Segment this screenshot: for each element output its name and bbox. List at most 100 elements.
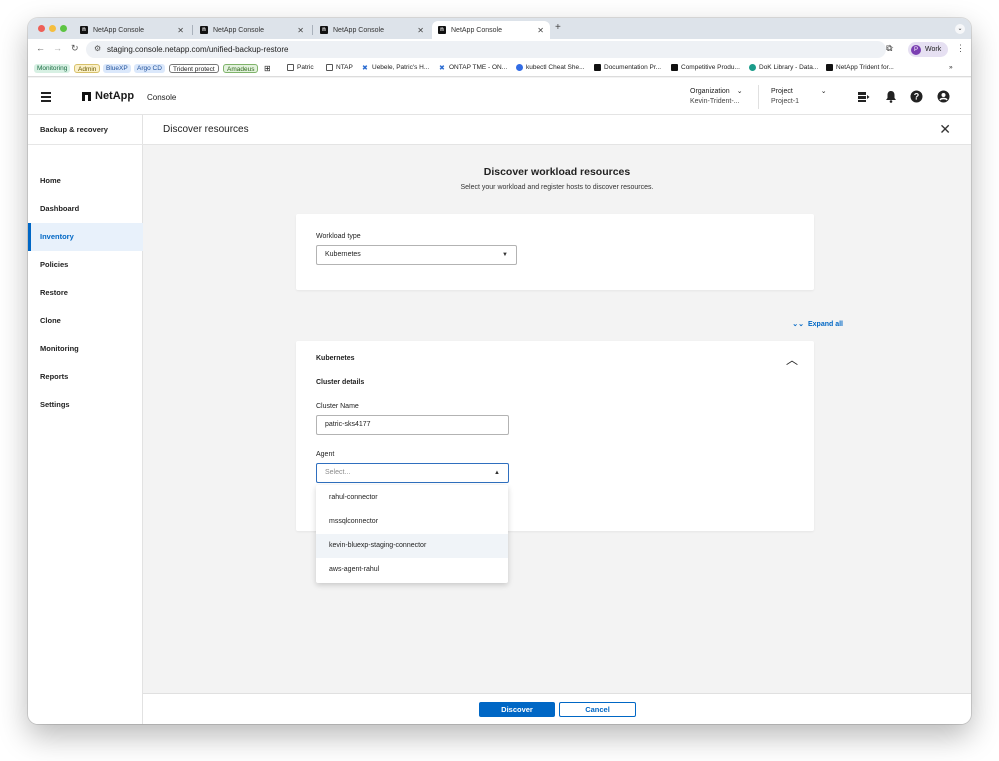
sidebar-divider bbox=[28, 144, 143, 145]
main-content: Discover workload resources Select your … bbox=[143, 145, 971, 693]
close-window-dot[interactable] bbox=[38, 25, 45, 32]
browser-tab-active[interactable]: n NetApp Console ✕ bbox=[432, 21, 550, 39]
chevrons-down-icon: ⌄⌄ bbox=[792, 321, 805, 328]
bookmark-label: Competitive Produ... bbox=[681, 64, 740, 71]
bookmark-competitive[interactable]: Competitive Produ... bbox=[671, 64, 740, 71]
browser-tab-2[interactable]: n NetApp Console ✕ bbox=[194, 21, 310, 39]
agent-option[interactable]: mssqlconnector bbox=[316, 510, 508, 534]
chevron-down-icon: ⌄ bbox=[736, 88, 743, 95]
close-tab-icon[interactable]: ✕ bbox=[297, 26, 304, 35]
notifications-bell-icon[interactable] bbox=[884, 90, 897, 103]
tab-title: NetApp Console bbox=[93, 26, 144, 34]
tab-title: NetApp Console bbox=[213, 26, 264, 34]
bookmark-ontap-tme[interactable]: ✖ ONTAP TME - ON... bbox=[439, 64, 507, 72]
workload-type-label: Workload type bbox=[316, 233, 361, 240]
agent-placeholder: Select... bbox=[325, 469, 351, 476]
netapp-logo[interactable]: NetApp bbox=[82, 90, 134, 102]
agent-option[interactable]: aws-agent-rahul bbox=[316, 558, 508, 582]
new-tab-icon[interactable]: + bbox=[555, 22, 561, 33]
sidebar-item-settings[interactable]: Settings bbox=[28, 391, 143, 419]
url-text: staging.console.netapp.com/unified-backu… bbox=[107, 45, 289, 54]
agent-select[interactable]: Select... ▲ bbox=[316, 463, 509, 483]
bookmarks-bar: Monitoring Admin BlueXP Argo CD Trident … bbox=[28, 60, 971, 77]
product-name: Console bbox=[147, 93, 177, 102]
url-omnibox[interactable]: ⚙ staging.console.netapp.com/unified-bac… bbox=[86, 41, 894, 58]
svg-text:?: ? bbox=[914, 92, 920, 102]
workload-type-value: Kubernetes bbox=[325, 251, 361, 258]
project-label: Project bbox=[771, 88, 793, 95]
sidebar-item-monitoring[interactable]: Monitoring bbox=[28, 335, 143, 363]
bookmark-label: BlueXP bbox=[103, 64, 131, 73]
organization-selector[interactable]: Organization ⌄ Kevin-Trident-... bbox=[690, 87, 743, 107]
sidebar-item-home[interactable]: Home bbox=[28, 167, 143, 195]
organization-label: Organization bbox=[690, 88, 730, 95]
bookmark-admin[interactable]: Admin bbox=[74, 64, 101, 73]
bookmark-patric[interactable]: Patric bbox=[287, 64, 314, 71]
back-arrow-icon[interactable]: ← bbox=[36, 43, 45, 53]
netapp-favicon-icon: n bbox=[320, 26, 328, 34]
bookmark-label: Uebele, Patric's H... bbox=[372, 64, 430, 71]
cluster-details-label: Cluster details bbox=[316, 379, 365, 386]
bookmark-monitoring[interactable]: Monitoring bbox=[34, 64, 71, 73]
netapp-favicon-icon: n bbox=[438, 26, 446, 34]
agents-icon[interactable] bbox=[857, 90, 870, 103]
sidebar-item-clone[interactable]: Clone bbox=[28, 307, 143, 335]
bookmark-argocd[interactable]: Argo CD bbox=[134, 64, 165, 73]
bookmark-label: Amadeus bbox=[223, 64, 259, 73]
sidebar-item-inventory[interactable]: Inventory bbox=[28, 223, 143, 251]
browser-menu-icon[interactable]: ⋮ bbox=[956, 43, 965, 54]
cancel-button[interactable]: Cancel bbox=[559, 702, 636, 717]
chevron-up-icon[interactable]: ︿ bbox=[786, 351, 798, 368]
extensions-icon[interactable]: ⧉ bbox=[886, 43, 892, 54]
sidebar-item-policies[interactable]: Policies bbox=[28, 251, 143, 279]
help-icon[interactable]: ? bbox=[910, 90, 923, 103]
bookmark-netapp-trident[interactable]: NetApp Trident for... bbox=[826, 64, 894, 71]
bookmark-label: Documentation Pr... bbox=[604, 64, 662, 71]
action-footer: Discover Cancel bbox=[143, 693, 971, 724]
tab-search-icon[interactable]: ⌄ bbox=[955, 24, 965, 34]
agent-option-hovered[interactable]: kevin-bluexp-staging-connector bbox=[316, 534, 508, 558]
bookmark-kubectl[interactable]: kubectl Cheat She... bbox=[516, 64, 585, 71]
profile-button[interactable]: P Work bbox=[908, 42, 948, 57]
bookmark-dok-library[interactable]: DoK Library - Data... bbox=[749, 64, 818, 71]
kubernetes-icon bbox=[516, 64, 523, 71]
workload-type-select[interactable]: Kubernetes ▼ bbox=[316, 245, 517, 265]
bookmark-documentation[interactable]: Documentation Pr... bbox=[594, 64, 661, 71]
agent-option[interactable]: rahul-connector bbox=[316, 486, 508, 510]
close-tab-icon[interactable]: ✕ bbox=[177, 26, 184, 35]
sidebar-item-reports[interactable]: Reports bbox=[28, 363, 143, 391]
close-tab-icon[interactable]: ✕ bbox=[417, 26, 424, 35]
tab-separator bbox=[312, 25, 313, 35]
user-account-icon[interactable] bbox=[937, 90, 950, 103]
bookmark-bluexp[interactable]: BlueXP bbox=[103, 64, 131, 73]
project-selector[interactable]: Project ⌄ Project-1 bbox=[771, 87, 827, 107]
apps-grid-icon[interactable]: ⊞ bbox=[264, 64, 271, 73]
bookmark-amadeus[interactable]: Amadeus bbox=[223, 64, 259, 73]
bookmark-ntap[interactable]: NTAP bbox=[326, 64, 353, 71]
close-tab-icon[interactable]: ✕ bbox=[537, 26, 544, 35]
page-heading: Discover workload resources bbox=[483, 166, 631, 178]
sidebar-item-restore[interactable]: Restore bbox=[28, 279, 143, 307]
zoom-window-dot[interactable] bbox=[60, 25, 67, 32]
reload-icon[interactable]: ↻ bbox=[71, 43, 79, 54]
bookmarks-overflow-icon[interactable]: » bbox=[949, 64, 953, 71]
cluster-name-input[interactable]: patric-sks4177 bbox=[316, 415, 509, 435]
discover-button[interactable]: Discover bbox=[479, 702, 555, 717]
tab-title: NetApp Console bbox=[451, 26, 502, 34]
forward-arrow-icon[interactable]: → bbox=[53, 43, 62, 53]
bookmark-uebele[interactable]: ✖ Uebele, Patric's H... bbox=[362, 64, 430, 72]
hamburger-menu-icon[interactable] bbox=[41, 92, 51, 104]
bookmark-trident-protect[interactable]: Trident protect bbox=[169, 64, 219, 73]
avatar: P bbox=[911, 44, 921, 55]
bookmark-label: Trident protect bbox=[169, 64, 219, 73]
folder-icon bbox=[326, 64, 333, 71]
browser-tab-1[interactable]: n NetApp Console ✕ bbox=[74, 21, 190, 39]
close-icon[interactable]: ✕ bbox=[939, 121, 951, 138]
bookmark-label: Patric bbox=[297, 64, 314, 71]
minimize-window-dot[interactable] bbox=[49, 25, 56, 32]
expand-all-button[interactable]: ⌄⌄ Expand all bbox=[792, 320, 843, 328]
browser-tab-3[interactable]: n NetApp Console ✕ bbox=[314, 21, 430, 39]
site-settings-icon[interactable]: ⚙ bbox=[94, 44, 101, 53]
agent-label: Agent bbox=[316, 451, 335, 458]
sidebar-item-dashboard[interactable]: Dashboard bbox=[28, 195, 143, 223]
